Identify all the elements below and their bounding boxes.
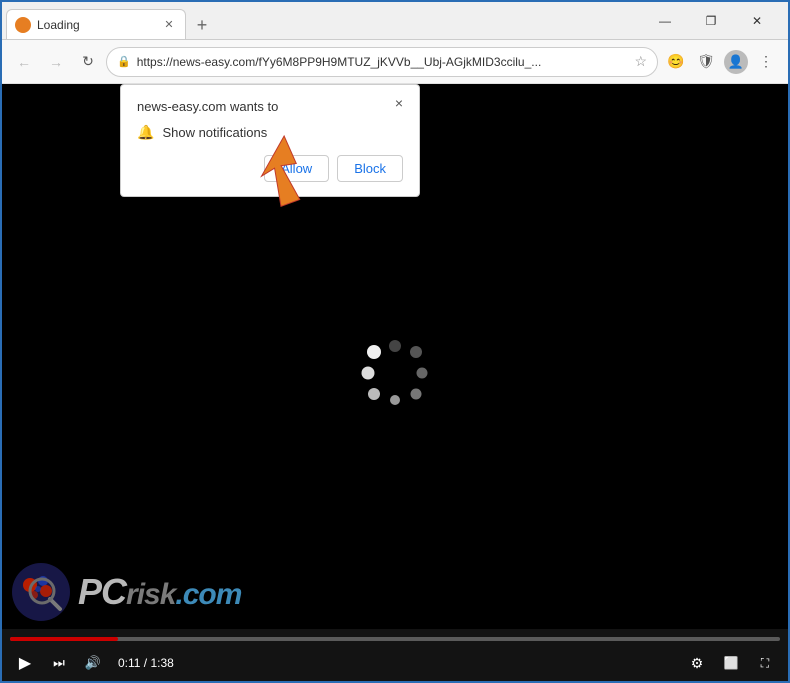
video-controls: ▶ ⏭ 🔊 0:11 / 1:38 ⚙ ⬜ ⛶: [2, 629, 788, 681]
reload-button[interactable]: ↻: [74, 48, 102, 76]
controls-row: ▶ ⏭ 🔊 0:11 / 1:38 ⚙ ⬜ ⛶: [10, 645, 780, 681]
popup-title: news-easy.com wants to: [137, 99, 298, 114]
tab-favicon: [15, 17, 31, 33]
profile-button[interactable]: 👤: [722, 48, 750, 76]
tab-area: Loading ✕ +: [2, 2, 642, 39]
popup-notification-text: Show notifications: [162, 125, 267, 140]
tab-label: Loading: [37, 18, 155, 32]
settings-button[interactable]: ⚙: [682, 648, 712, 678]
popup-notification-row: 🔔 Show notifications: [137, 124, 403, 141]
active-tab[interactable]: Loading ✕: [6, 9, 186, 39]
next-button[interactable]: ⏭: [44, 648, 74, 678]
content-area: news-easy.com wants to × 🔔 Show notifica…: [2, 84, 788, 681]
back-button[interactable]: ←: [10, 48, 38, 76]
allow-button[interactable]: Allow: [264, 155, 329, 182]
navbar: ← → ↻ 🔒 https://news-easy.com/fYy6M8PP9H…: [2, 40, 788, 84]
url-text: https://news-easy.com/fYy6M8PP9H9MTUZ_jK…: [137, 55, 629, 69]
volume-button[interactable]: 🔊: [78, 648, 108, 678]
loading-spinner: [360, 338, 430, 408]
play-button[interactable]: ▶: [10, 648, 40, 678]
minimize-button[interactable]: —: [642, 6, 688, 36]
titlebar: Loading ✕ + — ❐ ✕: [2, 2, 788, 40]
address-bar[interactable]: 🔒 https://news-easy.com/fYy6M8PP9H9MTUZ_…: [106, 47, 658, 77]
tab-close-button[interactable]: ✕: [161, 17, 177, 33]
shield-icon-button[interactable]: 🛡: [692, 48, 720, 76]
pcrisk-brand-text: PCrisk.com: [78, 574, 241, 610]
miniplayer-button[interactable]: ⬜: [716, 648, 746, 678]
spinner-container: [360, 338, 430, 413]
emoji-icon-button[interactable]: 😊: [662, 48, 690, 76]
popup-buttons: Allow Block: [137, 155, 403, 182]
lock-icon: 🔒: [117, 55, 131, 68]
notification-popup: news-easy.com wants to × 🔔 Show notifica…: [120, 84, 420, 197]
block-button[interactable]: Block: [337, 155, 403, 182]
watermark: PCrisk.com: [12, 563, 241, 621]
window-controls: — ❐ ✕: [642, 6, 788, 36]
profile-avatar: 👤: [724, 50, 748, 74]
popup-header: news-easy.com wants to ×: [137, 99, 403, 114]
close-button[interactable]: ✕: [734, 6, 780, 36]
bookmark-icon[interactable]: ☆: [634, 53, 647, 70]
time-display: 0:11 / 1:38: [118, 656, 174, 670]
popup-close-button[interactable]: ×: [389, 93, 409, 113]
nav-right-icons: 😊 🛡 👤 ⋮: [662, 48, 780, 76]
more-menu-button[interactable]: ⋮: [752, 48, 780, 76]
restore-button[interactable]: ❐: [688, 6, 734, 36]
pcrisk-logo: [12, 563, 70, 621]
bell-icon: 🔔: [137, 124, 154, 141]
fullscreen-button[interactable]: ⛶: [750, 648, 780, 678]
browser-window: Loading ✕ + — ❐ ✕ ← → ↻ 🔒 https://news-e…: [0, 0, 790, 683]
new-tab-button[interactable]: +: [188, 11, 216, 39]
forward-button[interactable]: →: [42, 48, 70, 76]
progress-bar-fill: [10, 637, 118, 641]
progress-bar[interactable]: [10, 637, 780, 641]
